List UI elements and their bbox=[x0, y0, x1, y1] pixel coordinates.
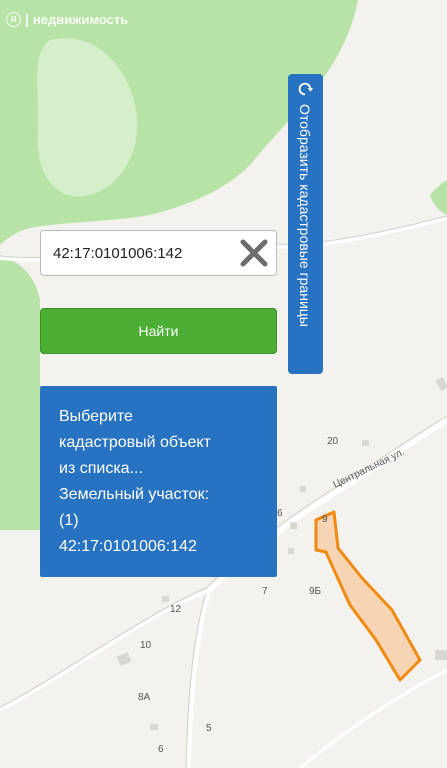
house-number: 6 bbox=[158, 744, 164, 755]
clear-button[interactable] bbox=[238, 237, 270, 269]
info-panel-line: из списка... bbox=[59, 460, 143, 477]
cadastral-search-box bbox=[40, 230, 277, 276]
cadastral-borders-toggle-label: Отобразить кадастровые границы bbox=[297, 104, 314, 327]
info-panel-line: кадастровый объект bbox=[59, 434, 211, 451]
header-separator: | bbox=[25, 11, 29, 27]
refresh-icon bbox=[299, 82, 314, 96]
cadastral-info-panel[interactable]: Выберите кадастровый объект из списка...… bbox=[40, 386, 277, 577]
info-panel-line: Земельный участок: bbox=[59, 486, 210, 503]
yandex-logo-icon: Я bbox=[6, 11, 21, 27]
building bbox=[288, 548, 294, 554]
building bbox=[435, 650, 447, 660]
house-number: 20 bbox=[327, 436, 339, 447]
forest-area-left bbox=[0, 255, 40, 530]
info-panel-line: Выберите bbox=[59, 408, 133, 425]
house-number: 6 bbox=[277, 508, 283, 519]
close-icon bbox=[240, 239, 268, 267]
info-panel-line: (1) bbox=[59, 512, 79, 529]
house-number: 7 bbox=[262, 586, 268, 597]
house-number: 12 bbox=[170, 604, 182, 615]
house-number: 9Б bbox=[309, 586, 322, 597]
house-number: 10 bbox=[140, 640, 152, 651]
building bbox=[162, 596, 169, 602]
building bbox=[150, 724, 158, 730]
info-panel-line[interactable]: 42:17:0101006:142 bbox=[59, 534, 277, 560]
building bbox=[290, 522, 297, 529]
house-number: 5 bbox=[206, 723, 212, 734]
app-header: Я | недвижимость bbox=[6, 8, 128, 30]
building bbox=[362, 440, 369, 446]
house-number: 9 bbox=[322, 514, 328, 525]
cadastral-borders-toggle-button[interactable]: Отобразить кадастровые границы bbox=[288, 74, 323, 374]
cadastral-number-input[interactable] bbox=[53, 231, 233, 275]
building bbox=[300, 486, 306, 492]
map-canvas[interactable]: Центральная ул. 20 6 9 7 9Б 12 10 8А 5 6 bbox=[0, 0, 447, 768]
house-number: 8А bbox=[138, 692, 151, 703]
find-button[interactable]: Найти bbox=[40, 308, 277, 354]
header-title: недвижимость bbox=[32, 11, 129, 27]
